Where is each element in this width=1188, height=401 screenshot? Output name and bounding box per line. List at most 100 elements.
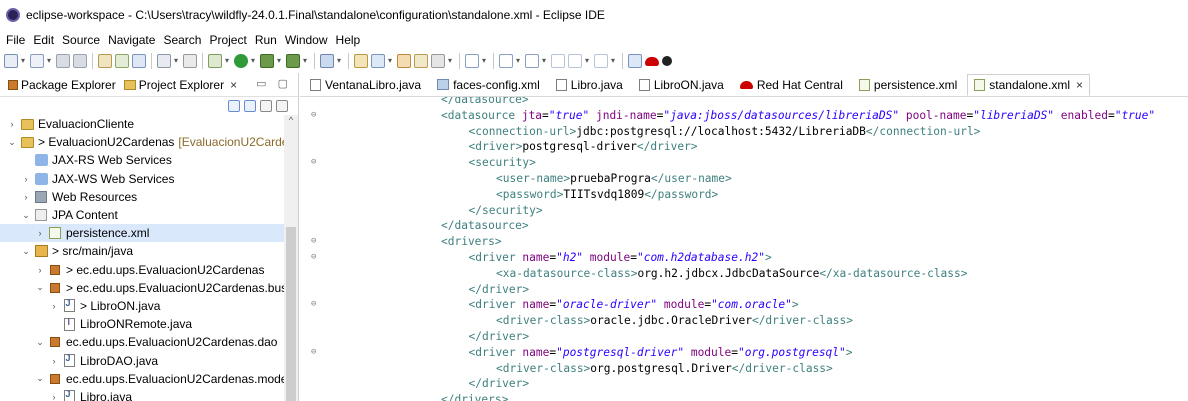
- menu-edit[interactable]: Edit: [33, 33, 54, 47]
- search-icon[interactable]: [414, 54, 428, 68]
- format-icon[interactable]: [157, 54, 171, 68]
- menu-window[interactable]: Window: [285, 33, 328, 47]
- last-edit-icon[interactable]: [551, 54, 565, 68]
- chevron-right-icon[interactable]: ›: [48, 301, 60, 311]
- previous-annotation-dropdown-icon[interactable]: ▾: [542, 54, 548, 68]
- chevron-right-icon[interactable]: ›: [48, 392, 60, 401]
- tree-item[interactable]: ⌄ > ec.edu.ups.EvaluacionU2Cardenas.busir: [0, 279, 298, 297]
- terminal-icon[interactable]: [98, 54, 112, 68]
- editor-tab[interactable]: faces-config.xml: [431, 74, 546, 96]
- coverage-dropdown-icon[interactable]: ▾: [303, 54, 309, 68]
- fold-toggle-icon[interactable]: ⊖: [311, 110, 316, 120]
- toggle-breadcrumb-icon[interactable]: [465, 54, 479, 68]
- menu-run[interactable]: Run: [255, 33, 277, 47]
- editor-tab[interactable]: persistence.xml: [853, 74, 963, 96]
- server-icon[interactable]: [662, 56, 672, 66]
- forward-icon[interactable]: [594, 54, 608, 68]
- chevron-right-icon[interactable]: ›: [20, 192, 32, 202]
- tree-item[interactable]: ⌄ JPA Content: [0, 206, 298, 224]
- menu-project[interactable]: Project: [209, 33, 246, 47]
- chevron-down-icon[interactable]: ⌄: [34, 282, 46, 293]
- new-dropdown-icon[interactable]: ▾: [21, 54, 27, 68]
- chevron-right-icon[interactable]: ›: [48, 356, 60, 366]
- save-icon[interactable]: [56, 54, 70, 68]
- fold-toggle-icon[interactable]: ⊖: [311, 236, 316, 246]
- coverage-icon[interactable]: [286, 54, 300, 68]
- save-all-icon[interactable]: [73, 54, 87, 68]
- xml-editor[interactable]: ⊖ ⊖ ⊖ ⊖ ⊖ ⊖ </datasource> <datasource jta="tru…: [300, 97, 1188, 401]
- editor-tab[interactable]: LibroON.java: [633, 74, 730, 96]
- previous-annotation-icon[interactable]: [525, 54, 539, 68]
- menu-source[interactable]: Source: [62, 33, 100, 47]
- tree-scrollbar[interactable]: ^: [284, 115, 298, 401]
- tree-item[interactable]: › EvaluacionCliente: [0, 115, 298, 133]
- fold-toggle-icon[interactable]: ⊖: [311, 252, 316, 262]
- new-wizard-icon[interactable]: [30, 54, 44, 68]
- minimize-maximize-icon[interactable]: ▭ ▢: [256, 77, 292, 90]
- tree-item[interactable]: › > LibroON.java: [0, 297, 298, 315]
- tree-item[interactable]: › > ec.edu.ups.EvaluacionU2Cardenas: [0, 261, 298, 279]
- open-type-icon[interactable]: [354, 54, 368, 68]
- debug-dropdown-icon[interactable]: ▾: [225, 54, 231, 68]
- run-dropdown-icon[interactable]: ▾: [251, 54, 257, 68]
- tree-item[interactable]: › Libro.java: [0, 388, 298, 401]
- next-annotation-dropdown-icon[interactable]: ▾: [516, 54, 522, 68]
- chevron-right-icon[interactable]: ›: [34, 265, 46, 275]
- fold-toggle-icon[interactable]: ⊖: [311, 299, 316, 309]
- run-icon[interactable]: [234, 54, 248, 68]
- close-icon[interactable]: ×: [1076, 78, 1083, 92]
- red-hat-icon[interactable]: [645, 56, 659, 66]
- tree-item[interactable]: › JAX-WS Web Services: [0, 170, 298, 188]
- pen-icon[interactable]: [431, 54, 445, 68]
- editor-tab[interactable]: Red Hat Central: [734, 74, 849, 96]
- run-external-icon[interactable]: [260, 54, 274, 68]
- tree-item[interactable]: › Web Resources: [0, 188, 298, 206]
- chevron-down-icon[interactable]: ⌄: [20, 246, 32, 257]
- scrollbar-thumb[interactable]: [286, 227, 296, 401]
- tree-item[interactable]: › persistence.xml: [0, 224, 298, 243]
- chevron-right-icon[interactable]: ›: [6, 119, 18, 129]
- collapse-all-icon[interactable]: [228, 100, 240, 112]
- tree-item[interactable]: ⌄ > src/main/java: [0, 242, 298, 260]
- new-java-project-icon[interactable]: [320, 54, 334, 68]
- new-wizard-dropdown-icon[interactable]: ▾: [47, 54, 53, 68]
- view-menu-icon[interactable]: [276, 100, 288, 112]
- chevron-right-icon[interactable]: ›: [34, 228, 46, 238]
- perspective-icon[interactable]: [628, 54, 642, 68]
- chevron-down-icon[interactable]: ⌄: [34, 337, 46, 348]
- menu-navigate[interactable]: Navigate: [108, 33, 155, 47]
- new-java-project-dropdown-icon[interactable]: ▾: [337, 54, 343, 68]
- scroll-up-icon[interactable]: ^: [286, 115, 296, 125]
- close-icon[interactable]: ×: [230, 78, 237, 92]
- web-browser-icon[interactable]: [371, 54, 385, 68]
- tree-item[interactable]: ⌄ ec.edu.ups.EvaluacionU2Cardenas.model: [0, 370, 298, 388]
- menu-help[interactable]: Help: [336, 33, 361, 47]
- editor-tab[interactable]: VentanaLibro.java: [304, 74, 427, 96]
- fold-toggle-icon[interactable]: ⊖: [311, 347, 316, 357]
- next-annotation-icon[interactable]: [499, 54, 513, 68]
- tree-item[interactable]: LibroONRemote.java: [0, 315, 298, 333]
- debug-icon[interactable]: [208, 54, 222, 68]
- chevron-right-icon[interactable]: ›: [20, 174, 32, 184]
- pen-dropdown-icon[interactable]: ▾: [448, 54, 454, 68]
- fold-toggle-icon[interactable]: ⊖: [311, 157, 316, 167]
- chevron-down-icon[interactable]: ⌄: [6, 137, 18, 148]
- tree-item[interactable]: ⌄ > EvaluacionU2Cardenas [EvaluacionU2Card…: [0, 133, 298, 151]
- web-browser-dropdown-icon[interactable]: ▾: [388, 54, 394, 68]
- chevron-down-icon[interactable]: ⌄: [20, 210, 32, 221]
- annotation-dropdown-icon[interactable]: ▾: [482, 54, 488, 68]
- menu-file[interactable]: File: [6, 33, 25, 47]
- chevron-down-icon[interactable]: ⌄: [34, 373, 46, 384]
- open-task-icon[interactable]: [397, 54, 411, 68]
- back-icon[interactable]: [568, 54, 582, 68]
- tab-project-explorer[interactable]: Project Explorer ×: [119, 73, 242, 96]
- skip-breakpoints-icon[interactable]: [115, 54, 129, 68]
- tree-item[interactable]: ⌄ ec.edu.ups.EvaluacionU2Cardenas.dao: [0, 333, 298, 351]
- link-with-editor-icon[interactable]: [244, 100, 256, 112]
- toggle-comment-icon[interactable]: [183, 54, 197, 68]
- run-external-dropdown-icon[interactable]: ▾: [277, 54, 283, 68]
- tree-item[interactable]: JAX-RS Web Services: [0, 151, 298, 169]
- back-dropdown-icon[interactable]: ▾: [585, 54, 591, 68]
- task-icon[interactable]: [132, 54, 146, 68]
- format-dropdown-icon[interactable]: ▾: [174, 54, 180, 68]
